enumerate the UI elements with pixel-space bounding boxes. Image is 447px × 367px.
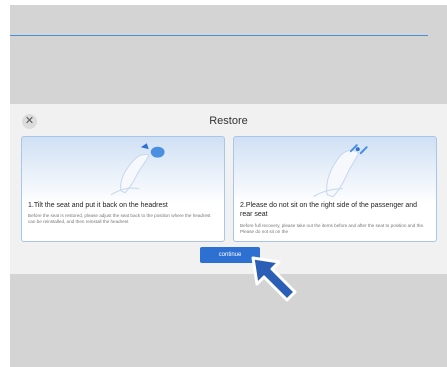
restore-dialog: ✕ Restore 1.Tilt the seat and put it bac… <box>10 104 447 274</box>
top-divider <box>10 35 428 36</box>
app-screen: ✕ Restore 1.Tilt the seat and put it bac… <box>10 5 447 367</box>
step-1-description: Before the seat is restored, please adju… <box>28 213 211 224</box>
step-1-title: 1.Tilt the seat and put it back on the h… <box>28 202 168 209</box>
dialog-title: Restore <box>209 115 248 127</box>
seat-illustration-1 <box>110 143 165 196</box>
step-2-title: 2.Please do not sit on the right side of… <box>240 202 418 218</box>
pointer-arrow-icon <box>251 256 297 302</box>
step-card-1: 1.Tilt the seat and put it back on the h… <box>21 136 225 242</box>
step-card-2: 2.Please do not sit on the right side of… <box>233 136 437 242</box>
step-2-description: Before full recovery, please take out th… <box>240 223 425 234</box>
seat-illustration-2 <box>312 144 368 197</box>
